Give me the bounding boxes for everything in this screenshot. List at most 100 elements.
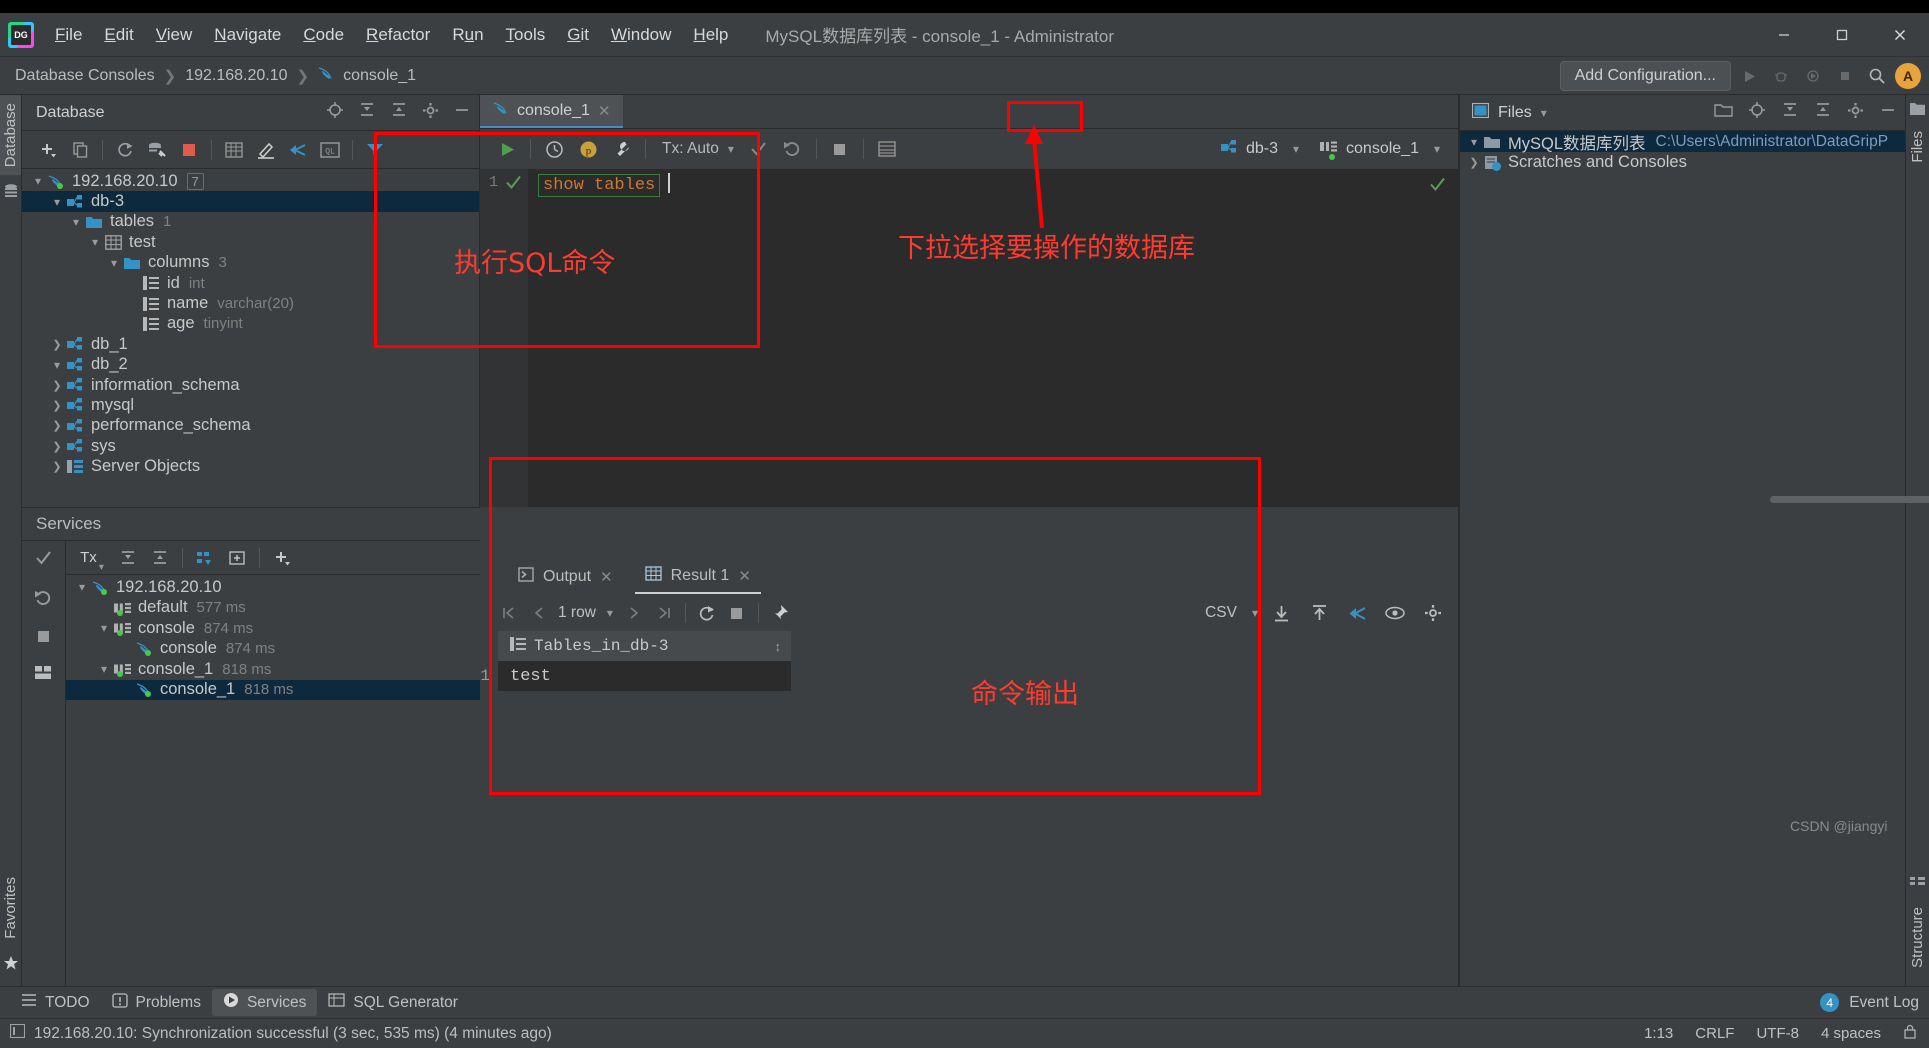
next-page-icon[interactable] [619, 599, 649, 627]
db-tree-item-test[interactable]: ▾test [22, 232, 479, 252]
gear-icon[interactable] [1418, 599, 1448, 627]
locate-icon[interactable] [1748, 101, 1766, 124]
last-page-icon[interactable] [649, 599, 679, 627]
files-tree[interactable]: ▾MySQL数据库列表C:\Users\Administrator\DataGr… [1460, 131, 1905, 986]
indent-setting[interactable]: 4 spaces [1821, 1025, 1881, 1042]
chevron-down-icon[interactable]: ▾ [74, 580, 90, 594]
database-selector[interactable]: db-3 ▾ [1210, 134, 1309, 165]
chevron-down-icon[interactable]: ▾ [49, 195, 65, 209]
export-format-selector[interactable]: CSV ▾ [1205, 604, 1258, 622]
db-tree-item-tables[interactable]: ▾tables1 [22, 212, 479, 232]
folder-icon[interactable] [1909, 101, 1926, 121]
service-tree-item-console[interactable]: console874 ms [66, 639, 480, 660]
chevron-right-icon[interactable]: ❯ [49, 419, 65, 432]
rollback-icon[interactable] [34, 589, 53, 613]
query-console-icon[interactable]: QL [314, 135, 346, 165]
chevron-down-icon[interactable]: ▾ [607, 606, 613, 620]
star-icon[interactable] [3, 955, 19, 976]
chevron-down-icon[interactable]: ▾ [106, 256, 122, 270]
close-icon[interactable]: ✕ [598, 102, 611, 120]
menu-git[interactable]: Git [556, 21, 600, 49]
breadcrumb-item-host[interactable]: 192.168.20.10 [182, 67, 290, 85]
tx-mode-label[interactable]: Tx: Auto [662, 140, 719, 158]
chevron-down-icon[interactable]: ▾ [1541, 106, 1714, 120]
export-to-file-icon[interactable] [1266, 599, 1296, 627]
reload-page-icon[interactable] [692, 599, 722, 627]
bottom-tab-sql-generator[interactable]: SQL Generator [317, 990, 469, 1015]
chevron-right-icon[interactable]: ❯ [49, 338, 65, 351]
history-icon[interactable] [537, 133, 571, 165]
collapse-all-icon[interactable] [1814, 101, 1832, 124]
expand-all-icon[interactable] [1781, 101, 1799, 124]
hide-panel-icon[interactable] [1879, 101, 1897, 124]
services-tree[interactable]: ▾192.168.20.10default577 ms▾console874 m… [66, 575, 480, 986]
run-icon[interactable] [1735, 62, 1763, 90]
menu-help[interactable]: Help [682, 21, 739, 49]
chevron-down-icon[interactable]: ▾ [96, 621, 112, 635]
menu-refactor[interactable]: Refactor [355, 21, 441, 49]
expand-all-icon[interactable] [112, 543, 144, 573]
service-tree-item-console-1[interactable]: ▾console_1818 ms [66, 659, 480, 680]
db-tree-item-performance-schema[interactable]: ❯performance_schema [22, 416, 479, 436]
lock-icon[interactable] [1903, 1024, 1917, 1043]
open-folder-icon[interactable] [1714, 102, 1733, 123]
db-tree-item-server-objects[interactable]: ❯Server Objects [22, 456, 479, 476]
chevron-down-icon[interactable]: ▾ [49, 358, 65, 372]
rollback-icon[interactable] [776, 133, 810, 165]
chevron-right-icon[interactable]: ❯ [49, 399, 65, 412]
service-tree-item-console[interactable]: ▾console874 ms [66, 618, 480, 639]
files-tree-item-project-root[interactable]: ▾MySQL数据库列表C:\Users\Administrator\DataGr… [1460, 131, 1905, 152]
run-with-coverage-icon[interactable] [1799, 62, 1827, 90]
db-tree-item-sys[interactable]: ❯sys [22, 436, 479, 456]
sql-statement[interactable]: show tables [538, 174, 660, 197]
chevron-down-icon[interactable]: ▾ [96, 662, 112, 676]
add-icon[interactable] [32, 135, 64, 165]
chevron-right-icon[interactable]: ❯ [1466, 156, 1482, 169]
editor-code-area[interactable]: show tables [528, 169, 1458, 507]
tool-tab-structure[interactable]: Structure [1907, 899, 1928, 976]
stop-icon[interactable] [173, 135, 205, 165]
db-tree-item-columns[interactable]: ▾columns3 [22, 253, 479, 273]
new-tab-icon[interactable] [221, 543, 253, 573]
chevron-right-icon[interactable]: ❯ [49, 379, 65, 392]
bottom-tab-problems[interactable]: Problems [101, 990, 212, 1016]
import-from-file-icon[interactable] [1304, 599, 1334, 627]
structure-icon[interactable] [1910, 875, 1926, 895]
db-tree-item-information-schema[interactable]: ❯information_schema [22, 375, 479, 395]
previous-page-icon[interactable] [524, 599, 554, 627]
result-grid[interactable]: Tables_in_db-3 ↕ 1 test [480, 631, 1458, 986]
jump-to-console-icon[interactable] [282, 135, 314, 165]
close-button[interactable] [1871, 13, 1929, 57]
search-icon[interactable] [1863, 62, 1891, 90]
file-encoding[interactable]: UTF-8 [1756, 1025, 1799, 1042]
tx-mode-button[interactable]: Tx▾ [72, 543, 112, 573]
close-icon[interactable]: ✕ [738, 567, 751, 585]
files-tree-item-scratches-and-consoles[interactable]: ❯Scratches and Consoles [1460, 152, 1905, 173]
maximize-button[interactable] [1813, 13, 1871, 57]
chevron-right-icon[interactable]: ❯ [49, 440, 65, 453]
modify-object-icon[interactable] [250, 135, 282, 165]
expand-all-icon[interactable] [358, 101, 376, 124]
gear-icon[interactable] [422, 102, 439, 124]
view-options-icon[interactable] [1380, 599, 1410, 627]
database-stack-icon[interactable] [3, 183, 19, 204]
gear-icon[interactable] [1847, 102, 1864, 124]
db-tree-item-name[interactable]: namevarchar(20) [22, 293, 479, 313]
stop-icon[interactable] [722, 599, 752, 627]
sql-editor[interactable]: 1 show tables [480, 169, 1458, 507]
pin-tab-icon[interactable] [765, 599, 795, 627]
parameters-icon[interactable]: p [571, 133, 605, 165]
chevron-down-icon[interactable]: ▾ [30, 174, 46, 188]
chevron-down-icon[interactable]: ▾ [87, 235, 103, 249]
menu-view[interactable]: View [145, 21, 204, 49]
stop-icon[interactable] [36, 629, 51, 649]
breadcrumb-item-database-consoles[interactable]: Database Consoles [12, 67, 158, 85]
menu-file[interactable]: File [44, 21, 93, 49]
db-tree-item-age[interactable]: agetinyint [22, 314, 479, 334]
refresh-icon[interactable] [109, 135, 141, 165]
chevron-down-icon[interactable]: ▾ [728, 142, 734, 156]
collapse-all-icon[interactable] [144, 543, 176, 573]
sort-indicator-icon[interactable]: ↕ [775, 639, 792, 654]
filter-icon[interactable] [359, 135, 391, 165]
result-cell[interactable]: test [498, 661, 791, 691]
